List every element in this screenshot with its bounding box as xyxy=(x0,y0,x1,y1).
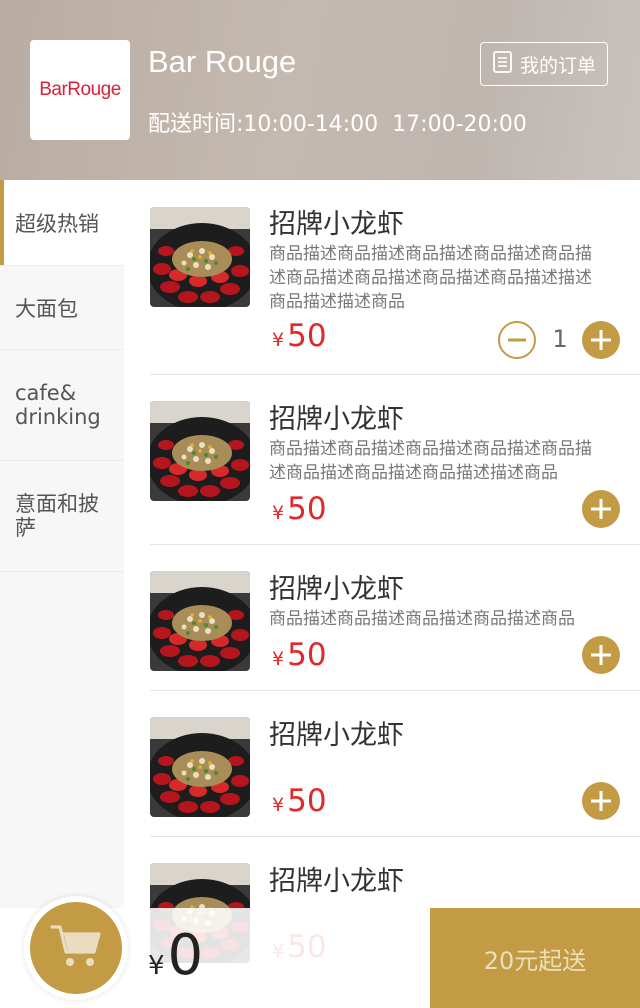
category-label: 大面包 xyxy=(15,296,78,321)
product-price: ¥50 xyxy=(272,318,327,354)
product-title: 招牌小龙虾 xyxy=(269,574,404,605)
product-image[interactable] xyxy=(150,717,250,817)
currency-symbol: ¥ xyxy=(272,794,285,816)
product-desc: 商品描述商品描述商品描述商品描述商品描述商品描述商品描述商品描述商品描述描述商品… xyxy=(269,244,592,312)
cart-summary: ¥0 xyxy=(0,896,430,1008)
cart-icon-wrap[interactable] xyxy=(30,902,122,994)
delivery-slot-dinner: 17:00-20:00 xyxy=(392,112,527,137)
product-title: 招牌小龙虾 xyxy=(269,866,404,897)
order-list-icon xyxy=(492,50,514,79)
crayfish-dish-image xyxy=(150,571,250,671)
cart-bar: ¥0 20元起送 xyxy=(0,896,640,1008)
add-to-cart-button[interactable] xyxy=(582,782,620,820)
product-price: ¥50 xyxy=(272,637,327,673)
category-label: 超级热销 xyxy=(15,211,99,236)
delivery-time: 配送时间:10:00-14:00 17:00-20:00 xyxy=(148,106,527,138)
product-price: ¥50 xyxy=(272,491,327,527)
delivery-label: 配送时间: xyxy=(148,112,244,137)
crayfish-dish-image xyxy=(150,207,250,307)
currency-symbol: ¥ xyxy=(272,329,285,351)
product-image[interactable] xyxy=(150,207,250,307)
product-image[interactable] xyxy=(150,571,250,671)
category-label: 意面和披萨 xyxy=(15,492,99,540)
my-orders-label: 我的订单 xyxy=(519,54,596,77)
price-value: 50 xyxy=(287,491,327,527)
cart-total: ¥0 xyxy=(148,926,203,986)
product-desc: 商品描述商品描述商品描述商品描述商品 xyxy=(269,609,575,629)
category-sidebar: 超级热销 大面包 cafe& drinking 意面和披萨 xyxy=(0,180,124,908)
delivery-slot-lunch: 10:00-14:00 xyxy=(243,112,379,137)
currency-symbol: ¥ xyxy=(272,648,285,670)
quantity-value: 1 xyxy=(552,325,568,353)
category-cafe-drinking[interactable]: cafe& drinking xyxy=(0,350,124,461)
product-image[interactable] xyxy=(150,401,250,501)
product-list[interactable]: 招牌小龙虾 商品描述商品描述商品描述商品描述商品描述商品描述商品描述商品描述商品… xyxy=(124,180,640,1008)
checkout-button[interactable]: 20元起送 xyxy=(430,908,640,1008)
shop-header: BarRouge Bar Rouge 配送时间:10:00-14:00 17:00… xyxy=(0,0,640,180)
crayfish-dish-image xyxy=(150,717,250,817)
currency-symbol: ¥ xyxy=(272,502,285,524)
product-title: 招牌小龙虾 xyxy=(269,209,404,240)
product-price: ¥50 xyxy=(272,783,327,819)
cart-button[interactable] xyxy=(24,896,128,1000)
currency-symbol: ¥ xyxy=(148,951,165,981)
product-item: 招牌小龙虾 商品描述商品描述商品描述商品描述商品描述商品描述商品描述商品描述描述… xyxy=(150,375,640,545)
shop-name: Bar Rouge xyxy=(148,44,297,79)
product-title: 招牌小龙虾 xyxy=(269,404,404,435)
category-pasta-pizza[interactable]: 意面和披萨 xyxy=(0,461,124,572)
add-to-cart-button[interactable] xyxy=(582,321,620,359)
add-to-cart-button[interactable] xyxy=(582,636,620,674)
my-orders-button[interactable]: 我的订单 xyxy=(480,42,608,86)
category-hot-sales[interactable]: 超级热销 xyxy=(0,180,124,266)
decrease-quantity-button[interactable] xyxy=(498,321,536,359)
add-to-cart-button[interactable] xyxy=(582,490,620,528)
price-value: 50 xyxy=(287,783,327,819)
product-item: 招牌小龙虾 商品描述商品描述商品描述商品描述商品描述商品描述商品描述商品描述商品… xyxy=(150,180,640,375)
price-value: 50 xyxy=(287,318,327,354)
product-title: 招牌小龙虾 xyxy=(269,720,404,751)
product-desc: 商品描述商品描述商品描述商品描述商品描述商品描述商品描述商品描述描述商品 xyxy=(269,439,592,483)
shopping-cart-icon xyxy=(50,922,102,974)
cart-total-value: 0 xyxy=(167,923,204,988)
price-value: 50 xyxy=(287,637,327,673)
shop-logo: BarRouge xyxy=(30,40,130,140)
product-item: 招牌小龙虾 ¥50 xyxy=(150,691,640,837)
category-label: cafe& drinking xyxy=(15,381,101,429)
category-bread[interactable]: 大面包 xyxy=(0,266,124,350)
shop-logo-text: BarRouge xyxy=(39,79,121,100)
crayfish-dish-image xyxy=(150,401,250,501)
product-item: 招牌小龙虾 商品描述商品描述商品描述商品描述商品 ¥50 xyxy=(150,545,640,691)
